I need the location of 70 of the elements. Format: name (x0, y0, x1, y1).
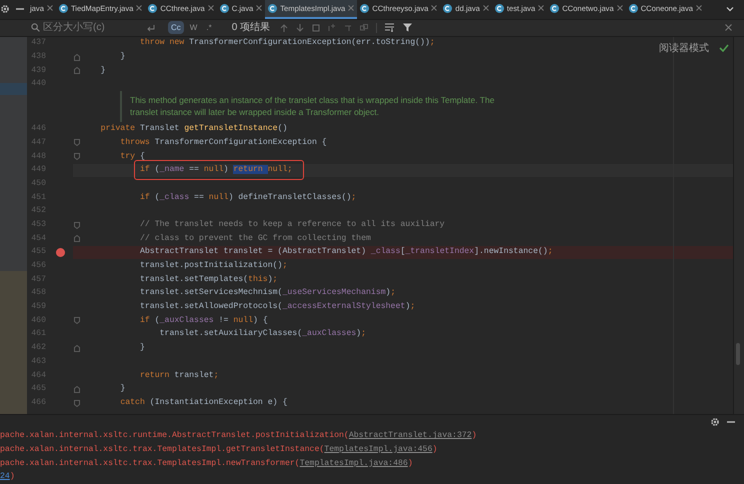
code-line: } (100, 66, 106, 75)
search-icon (31, 23, 40, 32)
remove-selection-icon[interactable] (344, 24, 352, 32)
settings-icon[interactable] (0, 4, 10, 14)
close-icon[interactable] (348, 5, 354, 12)
close-icon[interactable] (538, 5, 544, 12)
select-all-icon[interactable] (312, 24, 320, 32)
close-icon[interactable] (208, 5, 214, 12)
check-icon (719, 44, 729, 52)
class-icon (360, 4, 370, 13)
code-line: throws TransformerConfigurationException { (120, 138, 327, 147)
enter-icon (146, 24, 155, 32)
console-line: pache.xalan.internal.xsltc.runtime.AbstractTranslet.postInitialization(AbstractTranslet.java:372) (0, 430, 478, 442)
fold-icon[interactable] (74, 344, 80, 352)
result-count: 0 项结果 (232, 20, 270, 36)
code-line: } (120, 52, 126, 62)
class-icon (268, 4, 278, 13)
code-line: if (_class == null) defineTransletClasses(); (140, 192, 356, 202)
arrow-up-icon[interactable] (280, 24, 288, 32)
close-icon[interactable] (696, 5, 702, 12)
search-field[interactable]: 区分大小写(c) (43, 20, 143, 36)
close-icon[interactable] (725, 24, 732, 32)
search-toggle[interactable]: W (186, 21, 200, 34)
code-line: AbstractTranslet translet = (AbstractTranslet) _class[_transletIndex].newInstance(); (140, 247, 553, 256)
close-icon[interactable] (616, 5, 623, 12)
arrow-down-icon[interactable] (296, 24, 304, 32)
code-line: // The translet needs to keep a reference to all its auxiliary (140, 220, 445, 229)
console-line: 24) (0, 471, 16, 484)
class-icon (148, 4, 158, 13)
class-icon (443, 4, 452, 13)
code-line: } (120, 384, 126, 394)
code-line: catch (InstantiationException e) { (120, 398, 288, 407)
select-occurrences-icon[interactable] (360, 24, 368, 32)
class-icon (550, 4, 560, 13)
console-line: pache.xalan.internal.xsltc.trax.TemplatesImpl.newTransformer(TemplatesImpl.java:486) (0, 458, 414, 470)
code-line: translet.setAuxiliaryClasses(_auxClasses); (160, 329, 366, 338)
code-line: return translet; (140, 370, 219, 380)
code-line: if (_auxClasses != null) { (140, 316, 268, 325)
code-line: translet.setAllowedProtocols(_accessExternalStylesheet); (140, 302, 416, 312)
doc-comment-line: This method generates an instance of the translet class that is wrapped inside this Template. The (130, 95, 494, 107)
close-icon[interactable] (482, 5, 489, 12)
add-selection-icon[interactable] (328, 24, 336, 32)
close-icon[interactable] (256, 5, 262, 12)
search-toggle[interactable]: Cc (168, 21, 184, 34)
code-line: translet.postInitialization(); (140, 261, 288, 270)
class-icon (58, 4, 68, 13)
console-line: pache.xalan.internal.xsltc.trax.TemplatesImpl.getTransletInstance(TemplatesImpl.java:456) (0, 444, 438, 456)
class-icon (494, 4, 504, 13)
class-icon (220, 4, 229, 13)
code-line: private Translet getTransletInstance() (100, 124, 288, 134)
chevron-down-icon[interactable] (726, 6, 734, 12)
code-line: // class to prevent the GC from collecting them (140, 234, 371, 243)
code-line: translet.setTemplates(this); (140, 274, 278, 284)
close-icon[interactable] (431, 5, 438, 12)
code-line: try { (120, 152, 145, 160)
code-line: translet.setServicesMechnism(_useServicesMechanism); (140, 288, 396, 298)
filter-list-icon[interactable] (385, 23, 396, 32)
reader-mode-button[interactable]: 阅读器模式 (659, 40, 709, 56)
code-line: throw new TransformerConfigurationException(err.toString()); (140, 38, 435, 48)
close-icon[interactable] (136, 5, 142, 12)
search-toggle[interactable]: .* (203, 21, 215, 34)
class-icon (628, 4, 638, 13)
settings-icon[interactable] (710, 417, 720, 428)
breakpoint-icon[interactable] (56, 248, 65, 257)
doc-comment-line: translet instance will later be wrapped inside a Transformer object. (130, 106, 380, 118)
close-icon[interactable] (46, 5, 53, 12)
filter-icon[interactable] (403, 23, 412, 32)
code-line: } (140, 343, 145, 352)
code-line: if (_name == null) return null; (140, 165, 292, 174)
fold-icon[interactable] (74, 317, 80, 324)
